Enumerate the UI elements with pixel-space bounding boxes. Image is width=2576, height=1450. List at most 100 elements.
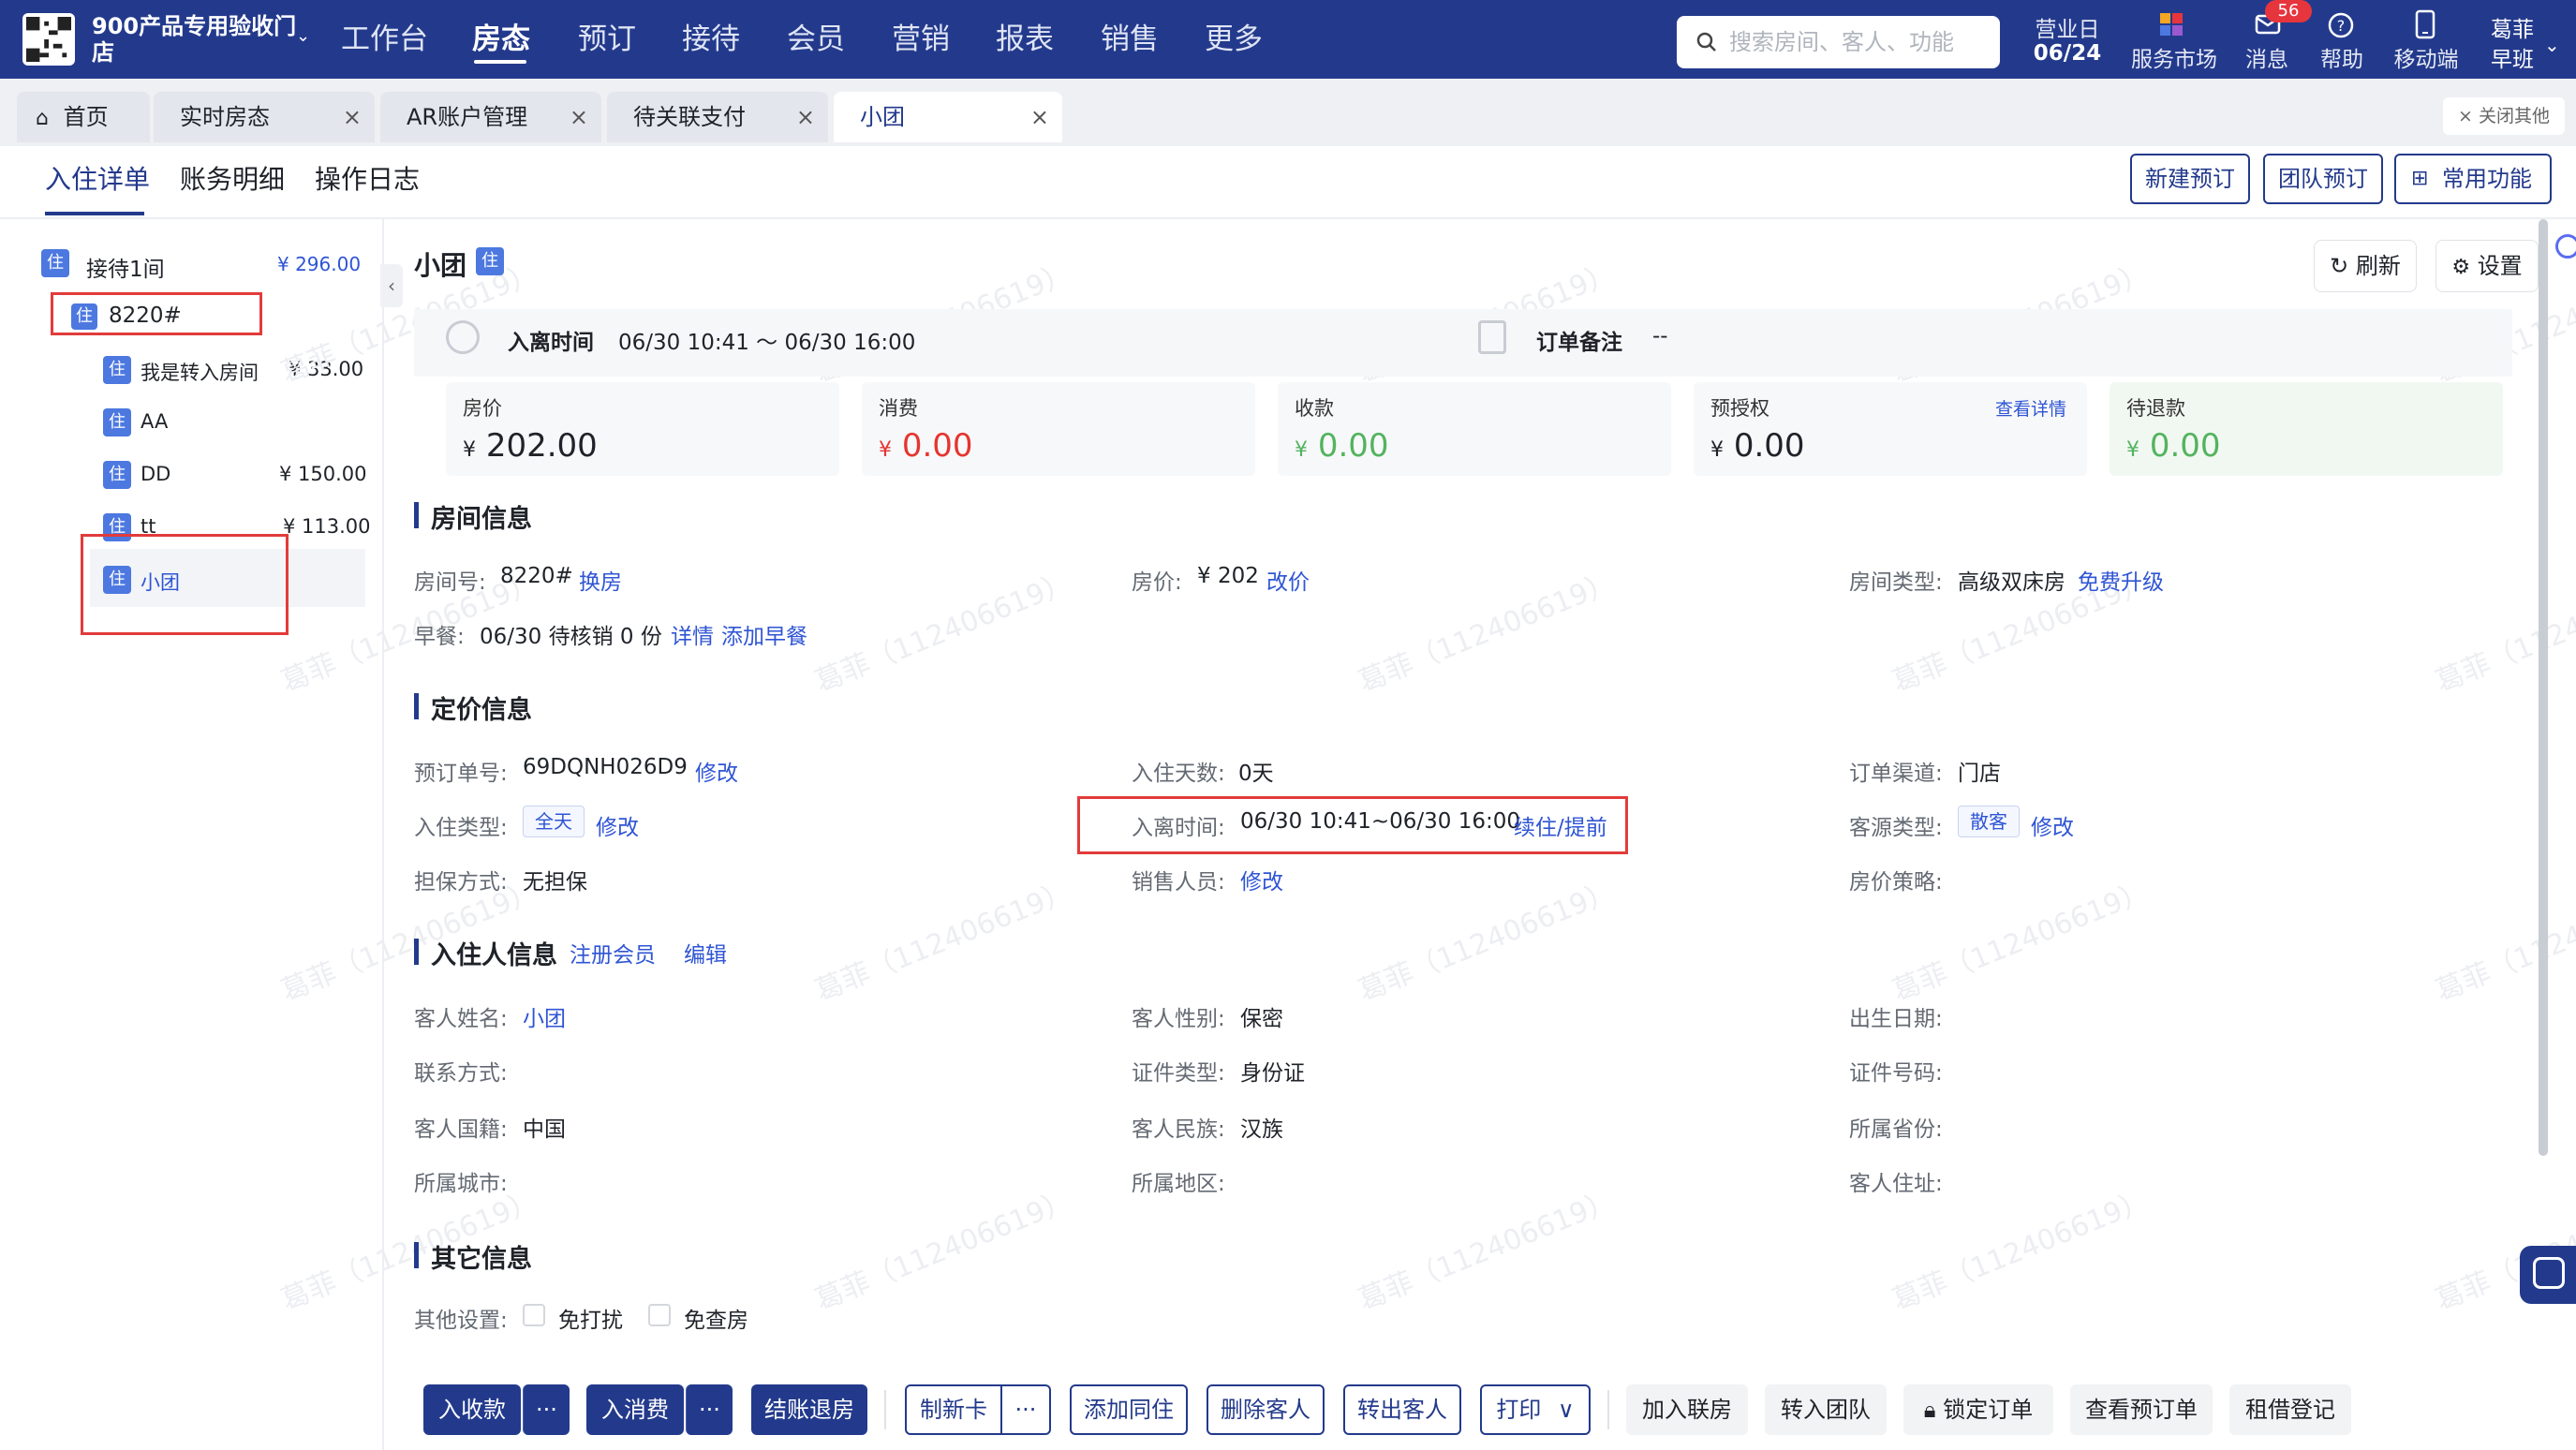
user-name[interactable]: 葛菲 [2484, 11, 2540, 43]
service-market-icon[interactable] [2158, 11, 2186, 39]
section-title-pricing: 定价信息 [431, 696, 532, 725]
settings-button[interactable]: ⚙ 设置 [2435, 240, 2539, 292]
mobile-icon[interactable] [2415, 9, 2435, 43]
user-shift[interactable]: 早班 [2484, 41, 2540, 73]
help-icon[interactable]: ? [2327, 11, 2355, 43]
edit-source-type-link[interactable]: 修改 [2031, 809, 2074, 841]
tab-home[interactable]: ⌂ 首页 [17, 92, 150, 142]
dnd-checkbox[interactable] [523, 1304, 545, 1326]
edit-order-no-link[interactable]: 修改 [695, 755, 738, 787]
close-icon[interactable]: × [796, 92, 815, 142]
card-value: ¥ 0.00 [879, 427, 973, 465]
ai-assistant-icon[interactable] [2555, 234, 2576, 259]
subtab-operation-log[interactable]: 操作日志 [315, 159, 420, 197]
make-card-button[interactable]: 制新卡 [905, 1384, 1002, 1435]
subtab-checkin-detail[interactable]: 入住详单 [45, 159, 150, 197]
transfer-to-team-button[interactable]: 转入团队 [1765, 1384, 1887, 1435]
close-icon[interactable]: × [570, 92, 588, 142]
tree-guest[interactable]: DD [141, 463, 170, 485]
refresh-label: 刷新 [2355, 253, 2401, 279]
register-member-link[interactable]: 注册会员 [570, 937, 656, 969]
view-details-link[interactable]: 查看详情 [1995, 395, 2066, 421]
edit-guest-link[interactable]: 编辑 [684, 937, 727, 969]
lock-order-button[interactable]: 🔒︎ 锁定订单 [1903, 1384, 2053, 1435]
card-amount: 0.00 [1317, 427, 1389, 465]
nav-reports[interactable]: 报表 [996, 0, 1054, 79]
breakfast-label: 早餐: [414, 625, 465, 649]
add-breakfast-link[interactable]: 添加早餐 [721, 618, 807, 650]
close-other-tabs-button[interactable]: × 关闭其他 [2443, 97, 2565, 135]
watermark: 葛菲（112406619） [810, 1184, 1077, 1318]
nav-booking[interactable]: 预订 [578, 0, 636, 79]
service-market-label[interactable]: 服务市场 [2123, 41, 2226, 73]
team-booking-button[interactable]: 团队预订 [2263, 154, 2383, 204]
tab-label: 实时房态 [180, 104, 270, 130]
checkout-button[interactable]: 结账退房 [751, 1384, 867, 1435]
no-check-checkbox[interactable] [648, 1304, 671, 1326]
collapse-panel-button[interactable]: ‹ [380, 264, 403, 307]
tree-guest-selected[interactable]: 小团 [141, 568, 180, 596]
help-label[interactable]: 帮助 [2314, 41, 2370, 73]
tab-pending-payment[interactable]: 待关联支付 × [607, 92, 828, 142]
edit-checkin-type-link[interactable]: 修改 [596, 809, 639, 841]
tree-guest[interactable]: AA [141, 410, 168, 433]
rental-register-button[interactable]: 租借登记 [2229, 1384, 2351, 1435]
receive-payment-button[interactable]: 入收款 [423, 1384, 521, 1435]
chevron-down-icon[interactable]: ⌄ [296, 26, 310, 46]
free-upgrade-link[interactable]: 免费升级 [2078, 564, 2164, 596]
nav-room-status[interactable]: 房态 [472, 0, 530, 79]
feedback-float-button[interactable] [2520, 1246, 2576, 1304]
new-booking-button[interactable]: 新建预订 [2130, 154, 2250, 204]
breakfast-value: 06/30 待核销 0 份 [480, 625, 662, 649]
nav-member[interactable]: 会员 [787, 0, 845, 79]
breakfast-detail-link[interactable]: 详情 [671, 618, 714, 650]
join-linked-room-button[interactable]: 加入联房 [1626, 1384, 1748, 1435]
tree-room[interactable]: 8220# [109, 303, 182, 328]
nav-more[interactable]: 更多 [1205, 0, 1263, 79]
mobile-label[interactable]: 移动端 [2387, 41, 2465, 73]
global-search[interactable] [1677, 16, 2000, 68]
home-icon: ⌂ [36, 107, 49, 130]
edit-sales-person-link[interactable]: 修改 [1240, 864, 1283, 895]
guest-name-value[interactable]: 小团 [523, 1000, 566, 1032]
checkin-badge: 住 [103, 408, 131, 436]
tab-xiaotuan[interactable]: 小团 × [834, 92, 1062, 142]
nav-sales[interactable]: 销售 [1101, 0, 1159, 79]
tab-ar-account[interactable]: AR账户管理 × [380, 92, 601, 142]
order-channel-value: 门店 [1958, 762, 2001, 786]
make-card-more-button[interactable]: ··· [1002, 1384, 1051, 1435]
consume-more-button[interactable]: ··· [686, 1384, 733, 1435]
print-button[interactable]: 打印 ∨ [1480, 1384, 1591, 1435]
receive-more-button[interactable]: ··· [523, 1384, 570, 1435]
change-price-link[interactable]: 改价 [1266, 564, 1310, 596]
subtab-billing-detail[interactable]: 账务明细 [180, 159, 285, 197]
nav-marketing[interactable]: 营销 [892, 0, 950, 79]
order-channel-label: 订单渠道: [1849, 762, 1943, 786]
close-icon[interactable]: × [343, 92, 362, 142]
scrollbar[interactable] [2539, 219, 2548, 1156]
common-functions-button[interactable]: ⊞ 常用功能 [2394, 154, 2552, 204]
section-title-other: 其它信息 [431, 1245, 532, 1274]
tab-realtime-room[interactable]: 实时房态 × [154, 92, 375, 142]
add-consumption-button[interactable]: 入消费 [586, 1384, 684, 1435]
change-room-link[interactable]: 换房 [579, 564, 622, 596]
close-icon[interactable]: × [1030, 92, 1049, 142]
tree-group-label[interactable]: 接待1间 [86, 251, 165, 283]
clock-icon [446, 320, 480, 354]
common-functions-label: 常用功能 [2442, 166, 2532, 192]
store-name[interactable]: 900产品专用验收门店 [92, 13, 298, 66]
chevron-down-icon[interactable]: ⌄ [2544, 34, 2560, 56]
refresh-button[interactable]: ↻ 刷新 [2314, 240, 2417, 292]
nav-workbench[interactable]: 工作台 [341, 0, 428, 79]
stay-days-value: 0天 [1238, 762, 1274, 786]
search-input[interactable] [1729, 29, 1982, 55]
extend-stay-link[interactable]: 续住/提前 [1514, 809, 1607, 841]
delete-guest-button[interactable]: 删除客人 [1207, 1384, 1325, 1435]
view-booking-button[interactable]: 查看预订单 [2070, 1384, 2213, 1435]
checkin-badge: 住 [103, 461, 131, 489]
transfer-guest-button[interactable]: 转出客人 [1343, 1384, 1461, 1435]
nav-reception[interactable]: 接待 [682, 0, 740, 79]
tree-guest[interactable]: 我是转入房间 [141, 358, 259, 386]
messages-label[interactable]: 消息 [2239, 41, 2295, 73]
add-cohabitant-button[interactable]: 添加同住 [1070, 1384, 1188, 1435]
